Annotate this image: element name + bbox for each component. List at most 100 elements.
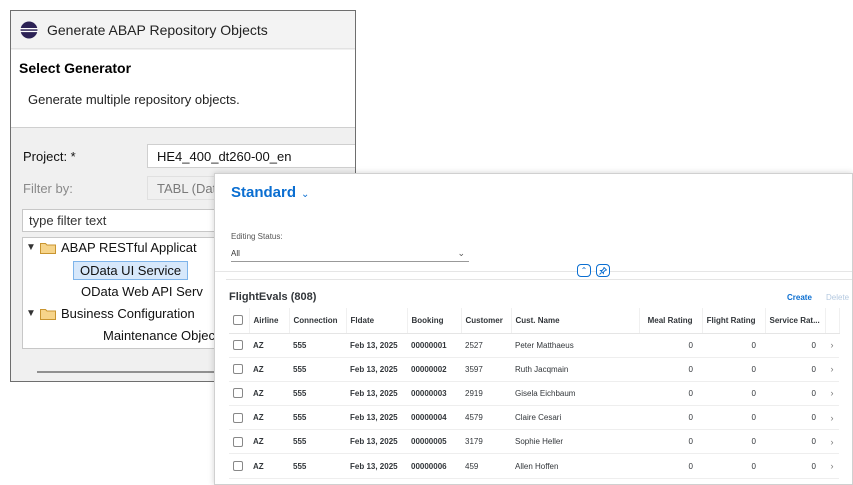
table-cell: Feb 13, 2025 bbox=[346, 429, 407, 455]
chevron-down-icon: ⌄ bbox=[457, 248, 465, 258]
column-header[interactable]: Meal Rating bbox=[639, 308, 703, 334]
delete-button[interactable]: Delete bbox=[826, 293, 849, 302]
row-navigation-icon[interactable]: › bbox=[825, 429, 839, 455]
dialog-titlebar: Generate ABAP Repository Objects bbox=[11, 11, 355, 49]
column-header[interactable]: Flight Rating bbox=[702, 308, 766, 334]
select-all-checkbox[interactable] bbox=[229, 308, 250, 334]
row-checkbox[interactable] bbox=[229, 429, 249, 455]
variant-title: Standard bbox=[231, 184, 297, 201]
table-cell: Gisela Eichbaum bbox=[511, 381, 639, 407]
variant-selector[interactable]: Standard ⌄ bbox=[231, 184, 309, 201]
table-cell: 0 bbox=[765, 357, 825, 382]
chevron-down-icon[interactable]: ⌄ bbox=[301, 189, 309, 200]
row-navigation-icon[interactable]: › bbox=[825, 405, 839, 431]
tree-node-odata-web-api[interactable]: OData Web API Serv bbox=[81, 284, 203, 299]
table-cell: 3179 bbox=[461, 429, 511, 455]
tree-node-odata-ui-service[interactable]: OData UI Service bbox=[73, 261, 189, 280]
column-header[interactable]: Airline bbox=[249, 308, 290, 334]
folder-icon bbox=[40, 308, 56, 320]
table-cell: 00000005 bbox=[407, 429, 461, 455]
table-cell: 0 bbox=[702, 429, 765, 455]
dialog-banner: Select Generator Generate multiple repos… bbox=[11, 50, 355, 128]
row-navigation-icon[interactable]: › bbox=[825, 453, 839, 479]
table-cell: Feb 13, 2025 bbox=[346, 357, 407, 382]
table-cell: 0 bbox=[639, 381, 702, 407]
table-cell: AZ bbox=[249, 357, 289, 382]
table-row[interactable]: AZ 555 Feb 13, 2025 00000005 3179 Sophie Hell… bbox=[229, 429, 839, 455]
table-cell: AZ bbox=[249, 381, 289, 407]
table-row[interactable]: AZ 555 Feb 13, 2025 00000006 459 Allen Hoffen… bbox=[229, 453, 839, 479]
column-header[interactable]: Booking bbox=[407, 308, 462, 334]
table-cell: 0 bbox=[765, 405, 825, 431]
column-header[interactable]: Customer bbox=[461, 308, 512, 334]
column-header[interactable]: Fldate bbox=[346, 308, 408, 334]
table-cell: Peter Matthaeus bbox=[511, 333, 639, 358]
chevron-down-icon[interactable]: ▼ bbox=[26, 308, 40, 319]
folder-icon bbox=[40, 242, 56, 254]
table-cell: 00000006 bbox=[407, 453, 461, 479]
column-header[interactable]: Connection bbox=[289, 308, 347, 334]
editing-status-select[interactable]: All ⌄ bbox=[231, 246, 469, 262]
table-header-row: Airline Connection Fldate Booking Custom… bbox=[229, 308, 840, 334]
table-cell: 0 bbox=[639, 333, 702, 358]
column-header[interactable]: Service Rat... bbox=[765, 308, 826, 334]
column-header[interactable]: Cust. Name bbox=[511, 308, 640, 334]
pin-header-button[interactable] bbox=[596, 264, 610, 277]
table-row[interactable]: AZ 555 Feb 13, 2025 00000001 2527 Peter Matth… bbox=[229, 333, 839, 358]
table-cell: Sophie Heller bbox=[511, 429, 639, 455]
table-cell: 555 bbox=[289, 381, 346, 407]
table-cell: 0 bbox=[765, 333, 825, 358]
header-spacer bbox=[825, 308, 840, 334]
chevron-down-icon[interactable]: ▼ bbox=[26, 242, 40, 253]
row-navigation-icon[interactable]: › bbox=[825, 357, 839, 382]
table-cell: Ruth Jacqmain bbox=[511, 357, 639, 382]
row-navigation-icon[interactable]: › bbox=[825, 333, 839, 358]
header-divider bbox=[215, 271, 852, 272]
eclipse-logo-icon bbox=[20, 21, 38, 38]
tree-node-abap-restful[interactable]: ▼ ABAP RESTful Applicat bbox=[26, 240, 197, 255]
dialog-title: Generate ABAP Repository Objects bbox=[47, 21, 268, 38]
table-cell: 0 bbox=[639, 357, 702, 382]
table-cell: 3597 bbox=[461, 357, 511, 382]
fiori-list-report: Standard ⌄ Editing Status: All ⌄ ⌃ Fligh… bbox=[214, 173, 853, 485]
table-cell: 0 bbox=[765, 453, 825, 479]
table-cell: 0 bbox=[639, 429, 702, 455]
tree-node-label: OData UI Service bbox=[80, 263, 182, 278]
table-cell: 0 bbox=[639, 405, 702, 431]
table-cell: AZ bbox=[249, 429, 289, 455]
table-cell: 00000001 bbox=[407, 333, 461, 358]
table-cell: 00000004 bbox=[407, 405, 461, 431]
table-cell: Allen Hoffen bbox=[511, 453, 639, 479]
flight-evals-table: Airline Connection Fldate Booking Custom… bbox=[229, 308, 840, 479]
row-checkbox[interactable] bbox=[229, 333, 249, 358]
tree-node-label: Maintenance Object bbox=[103, 328, 219, 343]
row-checkbox[interactable] bbox=[229, 453, 249, 479]
dialog-description: Generate multiple repository objects. bbox=[28, 92, 240, 107]
table-row[interactable]: AZ 555 Feb 13, 2025 00000003 2919 Gisela Eich… bbox=[229, 381, 839, 407]
row-checkbox[interactable] bbox=[229, 381, 249, 407]
pin-icon bbox=[599, 266, 608, 275]
screenshot-stage: Generate ABAP Repository Objects Select … bbox=[0, 0, 853, 485]
filter-by-label: Filter by: bbox=[23, 181, 73, 196]
table-title: FlightEvals (808) bbox=[229, 291, 317, 303]
collapse-header-button[interactable]: ⌃ bbox=[577, 264, 591, 277]
tree-node-label: ABAP RESTful Applicat bbox=[61, 240, 197, 255]
table-cell: 00000002 bbox=[407, 357, 461, 382]
table-cell: 0 bbox=[702, 381, 765, 407]
table-cell: 0 bbox=[639, 453, 702, 479]
table-cell: 459 bbox=[461, 453, 511, 479]
editing-status-label: Editing Status: bbox=[231, 232, 283, 241]
tree-node-maintenance-object[interactable]: Maintenance Object bbox=[103, 328, 219, 343]
project-field[interactable]: HE4_400_dt260-00_en bbox=[147, 144, 355, 168]
table-row[interactable]: AZ 555 Feb 13, 2025 00000004 4579 Claire Cesa… bbox=[229, 405, 839, 431]
tree-node-label: Business Configuration bbox=[61, 306, 195, 321]
row-navigation-icon[interactable]: › bbox=[825, 381, 839, 407]
table-row[interactable]: AZ 555 Feb 13, 2025 00000002 3597 Ruth Jacqma… bbox=[229, 357, 839, 382]
table-cell: 0 bbox=[702, 405, 765, 431]
create-button[interactable]: Create bbox=[787, 293, 812, 302]
table-cell: AZ bbox=[249, 405, 289, 431]
table-cell: AZ bbox=[249, 453, 289, 479]
row-checkbox[interactable] bbox=[229, 357, 249, 382]
row-checkbox[interactable] bbox=[229, 405, 249, 431]
tree-node-business-configuration[interactable]: ▼ Business Configuration bbox=[26, 306, 195, 321]
